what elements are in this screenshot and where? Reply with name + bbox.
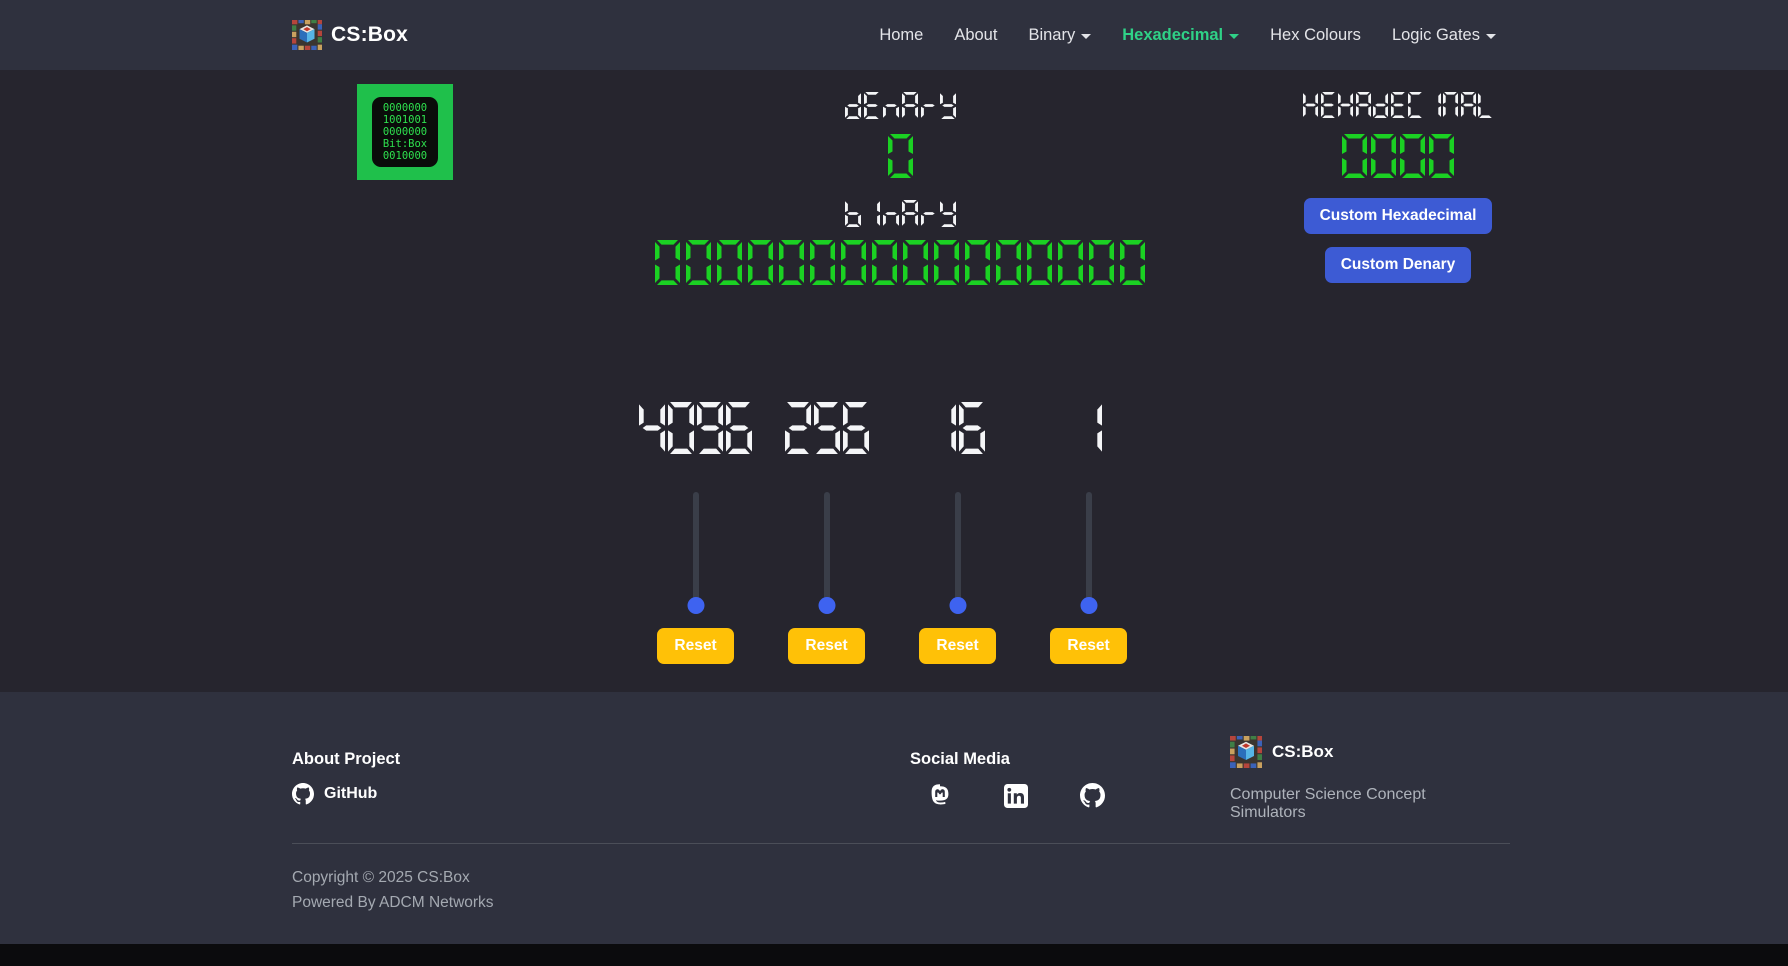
slider-256[interactable] — [818, 492, 836, 606]
caret-down-icon — [1486, 34, 1496, 39]
reset-button-256[interactable]: Reset — [788, 628, 864, 664]
binary-label — [560, 200, 1240, 227]
github-project-link[interactable]: GitHub — [292, 783, 400, 805]
slider-column-256: Reset — [761, 402, 892, 664]
nav-item-hex-colours[interactable]: Hex Colours — [1270, 26, 1361, 45]
brand-title: CS:Box — [331, 23, 408, 47]
social-media-heading: Social Media — [910, 750, 1105, 769]
github-link-label: GitHub — [324, 785, 377, 803]
place-value-4096 — [639, 402, 752, 454]
reset-button-1[interactable]: Reset — [1050, 628, 1126, 664]
hexadecimal-simulator-page: CS:Box Home About Binary Hexadecimal Hex… — [0, 0, 1788, 966]
hexadecimal-display — [1248, 134, 1548, 178]
copyright-block: Copyright © 2025 CS:Box Powered By ADCM … — [292, 865, 494, 915]
place-value-sliders: Reset Reset Reset — [630, 402, 1155, 664]
custom-hexadecimal-button[interactable]: Custom Hexadecimal — [1304, 198, 1493, 234]
place-value-256 — [785, 402, 869, 454]
denary-display — [560, 134, 1240, 178]
slider-4096[interactable] — [687, 492, 705, 606]
slider-column-1: Reset — [1023, 402, 1154, 664]
nav-item-logic-gates[interactable]: Logic Gates — [1392, 26, 1496, 45]
slider-column-16: Reset — [892, 402, 1023, 664]
caret-down-icon — [1081, 34, 1091, 39]
powered-by-line: Powered By ADCM Networks — [292, 890, 494, 915]
converter-main: 0000000 1001001 0000000 Bit:Box 0010000 … — [0, 70, 1788, 692]
mastodon-icon[interactable] — [928, 783, 952, 808]
slider-track[interactable] — [824, 492, 830, 606]
place-value-1 — [1076, 402, 1102, 454]
nav-item-about[interactable]: About — [954, 26, 997, 45]
bottom-strip — [0, 944, 1788, 966]
linkedin-icon[interactable] — [1004, 784, 1028, 808]
slider-track[interactable] — [693, 492, 699, 606]
github-icon — [292, 783, 314, 805]
footer: About Project GitHub Social Media — [0, 692, 1788, 944]
bitbox-logo-screen: 0000000 1001001 0000000 Bit:Box 0010000 — [372, 97, 438, 167]
slider-1[interactable] — [1080, 492, 1098, 606]
nav-item-home[interactable]: Home — [879, 26, 923, 45]
navbar: CS:Box Home About Binary Hexadecimal Hex… — [0, 0, 1788, 70]
nav-item-hexadecimal[interactable]: Hexadecimal — [1122, 26, 1239, 45]
nav-item-binary[interactable]: Binary — [1028, 26, 1091, 45]
footer-brand-block: CS:Box Computer Science Concept Simulato… — [1230, 736, 1496, 822]
csbox-logo-icon — [292, 20, 322, 50]
reset-button-4096[interactable]: Reset — [657, 628, 733, 664]
csbox-logo-icon — [1230, 736, 1262, 768]
about-project-heading: About Project — [292, 750, 400, 769]
denary-label — [560, 92, 1240, 119]
nav-links: Home About Binary Hexadecimal Hex Colour… — [879, 26, 1496, 45]
slider-thumb[interactable] — [687, 597, 704, 614]
reset-button-16[interactable]: Reset — [919, 628, 995, 664]
slider-thumb[interactable] — [949, 597, 966, 614]
bitbox-logo: 0000000 1001001 0000000 Bit:Box 0010000 — [357, 84, 453, 180]
footer-about-block: About Project GitHub — [292, 750, 400, 805]
copyright-line: Copyright © 2025 CS:Box — [292, 865, 494, 890]
hexadecimal-label — [1248, 92, 1548, 118]
place-value-16 — [930, 402, 985, 454]
slider-column-4096: Reset — [630, 402, 761, 664]
slider-16[interactable] — [949, 492, 967, 606]
slider-thumb[interactable] — [818, 597, 835, 614]
slider-track[interactable] — [1086, 492, 1092, 606]
footer-tagline: Computer Science Concept Simulators — [1230, 786, 1496, 822]
footer-brand-name: CS:Box — [1272, 742, 1333, 762]
footer-divider — [292, 843, 1510, 844]
github-icon[interactable] — [1080, 783, 1105, 808]
slider-thumb[interactable] — [1080, 597, 1097, 614]
brand-link[interactable]: CS:Box — [292, 20, 408, 50]
caret-down-icon — [1229, 34, 1239, 39]
custom-denary-button[interactable]: Custom Denary — [1325, 247, 1472, 283]
binary-display — [560, 240, 1240, 285]
footer-social-block: Social Media — [910, 750, 1105, 808]
slider-track[interactable] — [955, 492, 961, 606]
